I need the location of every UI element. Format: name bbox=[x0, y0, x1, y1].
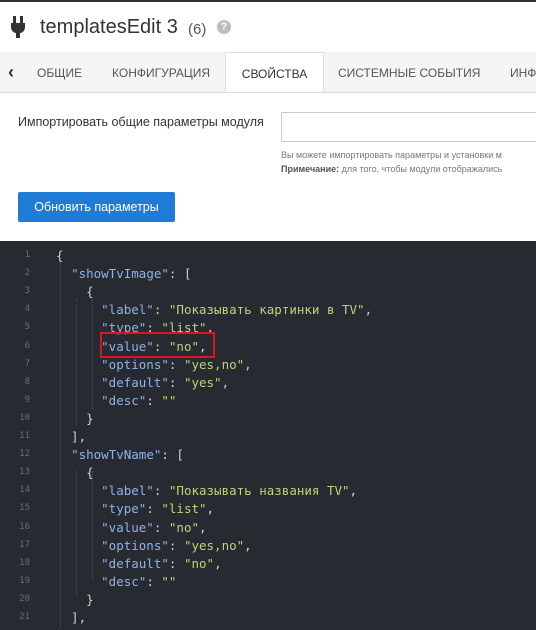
line-number: 12 bbox=[19, 449, 30, 460]
line-number: 17 bbox=[19, 539, 30, 550]
page-header: templatesEdit 3 (6) ? bbox=[0, 2, 536, 52]
code-line: } bbox=[56, 591, 94, 607]
code-line: "value": "no", bbox=[101, 519, 207, 535]
import-input[interactable] bbox=[281, 112, 536, 142]
line-number: 8 bbox=[24, 376, 30, 387]
line-number: 18 bbox=[19, 557, 30, 568]
code-line: "showTvImage": [ bbox=[71, 266, 192, 282]
annotation-highlight-box bbox=[100, 332, 215, 358]
code-line: "type": "list", bbox=[101, 501, 215, 517]
code-line: { bbox=[56, 248, 64, 263]
import-form: Импортировать общие параметры модуля Вы … bbox=[0, 93, 536, 241]
code-line: "desc": "" bbox=[101, 573, 177, 589]
update-params-button[interactable]: Обновить параметры bbox=[18, 192, 175, 222]
line-number: 19 bbox=[19, 575, 30, 586]
tab-properties[interactable]: СВОЙСТВА bbox=[225, 52, 324, 92]
plug-icon bbox=[11, 16, 25, 38]
help-icon[interactable]: ? bbox=[217, 20, 231, 34]
line-number: 4 bbox=[24, 304, 30, 315]
line-number: 6 bbox=[24, 340, 30, 351]
code-line: { bbox=[56, 465, 94, 481]
code-line: "label": "Показывать картинки в TV", bbox=[101, 302, 373, 318]
import-note: Примечание: для того, чтобы модули отобр… bbox=[281, 164, 502, 174]
tabs-scroll-left-icon[interactable]: ‹ bbox=[0, 52, 22, 92]
line-number: 1 bbox=[24, 250, 30, 260]
code-line: "options": "yes,no", bbox=[101, 356, 252, 372]
line-number: 21 bbox=[19, 612, 30, 622]
line-number: 16 bbox=[19, 521, 30, 532]
line-number: 14 bbox=[19, 485, 30, 496]
line-number: 10 bbox=[19, 412, 30, 423]
code-line: "showTvName": [ bbox=[71, 447, 184, 463]
tab-configuration[interactable]: КОНФИГУРАЦИЯ bbox=[112, 52, 210, 92]
code-line: } bbox=[56, 410, 94, 426]
item-count: (6) bbox=[188, 21, 207, 38]
code-line: { bbox=[56, 284, 94, 300]
line-number: 7 bbox=[24, 358, 30, 369]
note-label: Примечание: bbox=[281, 164, 340, 174]
code-line: "options": "yes,no", bbox=[101, 537, 252, 553]
line-number: 11 bbox=[19, 431, 30, 441]
line-number: 3 bbox=[24, 286, 30, 297]
line-gutter: 12345678910111213141516171819202122 bbox=[0, 241, 40, 630]
tab-general[interactable]: ОБЩИЕ bbox=[37, 52, 82, 92]
tab-bar: ‹ ОБЩИЕ КОНФИГУРАЦИЯ СВОЙСТВА СИСТЕМНЫЕ … bbox=[0, 52, 536, 93]
line-number: 20 bbox=[19, 593, 30, 604]
code-line: "default": "no", bbox=[101, 555, 222, 571]
line-number: 9 bbox=[24, 394, 30, 405]
code-line: ], bbox=[56, 429, 87, 444]
line-number: 2 bbox=[24, 268, 30, 279]
tab-system-events[interactable]: СИСТЕМНЫЕ СОБЫТИЯ bbox=[338, 52, 480, 92]
import-label: Импортировать общие параметры модуля bbox=[18, 115, 264, 129]
line-number: 5 bbox=[24, 322, 30, 333]
code-line: "default": "yes", bbox=[101, 374, 230, 390]
page-title: templatesEdit 3 bbox=[40, 16, 178, 38]
tab-info[interactable]: ИНФ bbox=[510, 52, 536, 92]
code-editor[interactable]: 12345678910111213141516171819202122 { "s… bbox=[0, 241, 536, 630]
note-text: для того, чтобы модули отображались bbox=[339, 164, 503, 174]
code-line: "label": "Показывать названия TV", bbox=[101, 483, 358, 499]
line-number: 13 bbox=[19, 467, 30, 478]
code-line: "desc": "" bbox=[101, 392, 177, 408]
line-number: 15 bbox=[19, 503, 30, 514]
import-hint: Вы можете импортировать параметры и уста… bbox=[281, 150, 502, 160]
code-line: ], bbox=[56, 610, 87, 625]
